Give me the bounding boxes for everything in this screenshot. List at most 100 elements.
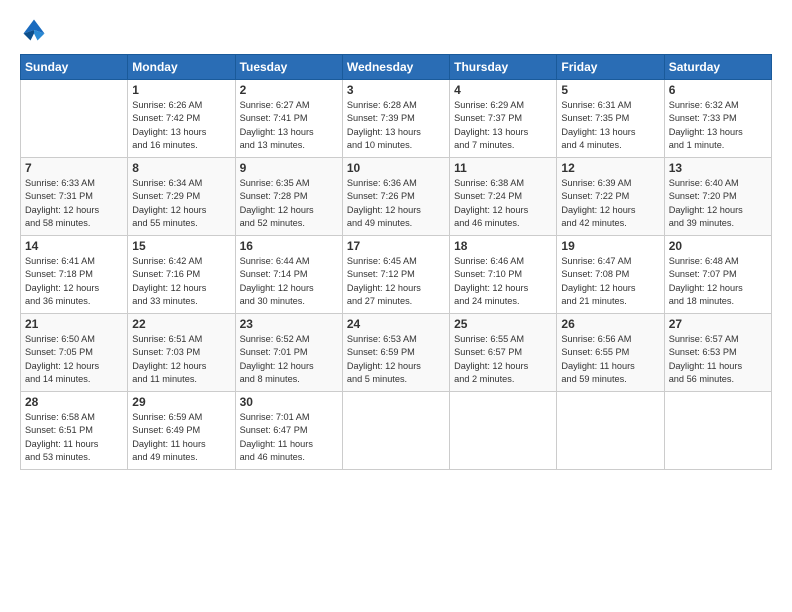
day-info: Sunrise: 6:26 AMSunset: 7:42 PMDaylight:… [132,99,230,152]
calendar-cell [557,392,664,470]
calendar-cell: 22 Sunrise: 6:51 AMSunset: 7:03 PMDayligh… [128,314,235,392]
day-info: Sunrise: 6:44 AMSunset: 7:14 PMDaylight:… [240,255,338,308]
day-number: 17 [347,239,445,253]
day-info: Sunrise: 6:48 AMSunset: 7:07 PMDaylight:… [669,255,767,308]
day-number: 27 [669,317,767,331]
calendar-cell: 21 Sunrise: 6:50 AMSunset: 7:05 PMDayligh… [21,314,128,392]
day-number: 7 [25,161,123,175]
logo [20,16,52,44]
day-info: Sunrise: 6:45 AMSunset: 7:12 PMDaylight:… [347,255,445,308]
day-info: Sunrise: 6:39 AMSunset: 7:22 PMDaylight:… [561,177,659,230]
day-number: 13 [669,161,767,175]
day-number: 6 [669,83,767,97]
day-number: 3 [347,83,445,97]
day-info: Sunrise: 6:28 AMSunset: 7:39 PMDaylight:… [347,99,445,152]
day-number: 22 [132,317,230,331]
calendar-week-3: 14 Sunrise: 6:41 AMSunset: 7:18 PMDayligh… [21,236,772,314]
day-info: Sunrise: 6:59 AMSunset: 6:49 PMDaylight:… [132,411,230,464]
day-info: Sunrise: 6:33 AMSunset: 7:31 PMDaylight:… [25,177,123,230]
calendar-week-2: 7 Sunrise: 6:33 AMSunset: 7:31 PMDaylight… [21,158,772,236]
calendar-cell: 18 Sunrise: 6:46 AMSunset: 7:10 PMDayligh… [450,236,557,314]
day-info: Sunrise: 6:41 AMSunset: 7:18 PMDaylight:… [25,255,123,308]
calendar-header-row: SundayMondayTuesdayWednesdayThursdayFrid… [21,55,772,80]
calendar-table: SundayMondayTuesdayWednesdayThursdayFrid… [20,54,772,470]
day-number: 11 [454,161,552,175]
day-info: Sunrise: 7:01 AMSunset: 6:47 PMDaylight:… [240,411,338,464]
day-number: 23 [240,317,338,331]
day-info: Sunrise: 6:40 AMSunset: 7:20 PMDaylight:… [669,177,767,230]
calendar-cell: 12 Sunrise: 6:39 AMSunset: 7:22 PMDayligh… [557,158,664,236]
calendar-cell: 20 Sunrise: 6:48 AMSunset: 7:07 PMDayligh… [664,236,771,314]
day-info: Sunrise: 6:55 AMSunset: 6:57 PMDaylight:… [454,333,552,386]
day-info: Sunrise: 6:46 AMSunset: 7:10 PMDaylight:… [454,255,552,308]
calendar-cell: 4 Sunrise: 6:29 AMSunset: 7:37 PMDaylight… [450,80,557,158]
calendar-cell: 17 Sunrise: 6:45 AMSunset: 7:12 PMDayligh… [342,236,449,314]
day-header-friday: Friday [557,55,664,80]
calendar-cell: 27 Sunrise: 6:57 AMSunset: 6:53 PMDayligh… [664,314,771,392]
day-header-saturday: Saturday [664,55,771,80]
day-number: 24 [347,317,445,331]
day-number: 14 [25,239,123,253]
calendar-cell: 9Sunrise: 6:35 AMSunset: 7:28 PMDaylight… [235,158,342,236]
calendar-cell: 5 Sunrise: 6:31 AMSunset: 7:35 PMDaylight… [557,80,664,158]
day-number: 4 [454,83,552,97]
calendar-cell: 26 Sunrise: 6:56 AMSunset: 6:55 PMDayligh… [557,314,664,392]
calendar-cell: 8Sunrise: 6:34 AMSunset: 7:29 PMDaylight… [128,158,235,236]
day-number: 12 [561,161,659,175]
day-info: Sunrise: 6:57 AMSunset: 6:53 PMDaylight:… [669,333,767,386]
calendar-cell: 2Sunrise: 6:27 AMSunset: 7:41 PMDaylight… [235,80,342,158]
day-header-wednesday: Wednesday [342,55,449,80]
day-number: 29 [132,395,230,409]
day-number: 5 [561,83,659,97]
day-number: 2 [240,83,338,97]
day-info: Sunrise: 6:38 AMSunset: 7:24 PMDaylight:… [454,177,552,230]
day-info: Sunrise: 6:53 AMSunset: 6:59 PMDaylight:… [347,333,445,386]
day-info: Sunrise: 6:42 AMSunset: 7:16 PMDaylight:… [132,255,230,308]
day-info: Sunrise: 6:31 AMSunset: 7:35 PMDaylight:… [561,99,659,152]
calendar-cell [21,80,128,158]
day-info: Sunrise: 6:56 AMSunset: 6:55 PMDaylight:… [561,333,659,386]
day-number: 30 [240,395,338,409]
calendar-cell: 24 Sunrise: 6:53 AMSunset: 6:59 PMDayligh… [342,314,449,392]
day-info: Sunrise: 6:58 AMSunset: 6:51 PMDaylight:… [25,411,123,464]
day-number: 20 [669,239,767,253]
calendar-cell: 13 Sunrise: 6:40 AMSunset: 7:20 PMDayligh… [664,158,771,236]
day-number: 28 [25,395,123,409]
day-number: 1 [132,83,230,97]
header [20,16,772,44]
calendar-cell: 6 Sunrise: 6:32 AMSunset: 7:33 PMDaylight… [664,80,771,158]
calendar-cell: 7 Sunrise: 6:33 AMSunset: 7:31 PMDaylight… [21,158,128,236]
calendar-cell: 11 Sunrise: 6:38 AMSunset: 7:24 PMDayligh… [450,158,557,236]
calendar-cell: 23Sunrise: 6:52 AMSunset: 7:01 PMDayligh… [235,314,342,392]
calendar-week-4: 21 Sunrise: 6:50 AMSunset: 7:05 PMDayligh… [21,314,772,392]
day-number: 26 [561,317,659,331]
main-container: SundayMondayTuesdayWednesdayThursdayFrid… [0,0,792,480]
day-info: Sunrise: 6:36 AMSunset: 7:26 PMDaylight:… [347,177,445,230]
day-info: Sunrise: 6:51 AMSunset: 7:03 PMDaylight:… [132,333,230,386]
day-info: Sunrise: 6:29 AMSunset: 7:37 PMDaylight:… [454,99,552,152]
calendar-cell [664,392,771,470]
day-number: 16 [240,239,338,253]
day-info: Sunrise: 6:34 AMSunset: 7:29 PMDaylight:… [132,177,230,230]
day-header-thursday: Thursday [450,55,557,80]
day-number: 9 [240,161,338,175]
day-info: Sunrise: 6:50 AMSunset: 7:05 PMDaylight:… [25,333,123,386]
day-number: 21 [25,317,123,331]
calendar-week-1: 1 Sunrise: 6:26 AMSunset: 7:42 PMDaylight… [21,80,772,158]
calendar-cell [342,392,449,470]
calendar-cell: 14 Sunrise: 6:41 AMSunset: 7:18 PMDayligh… [21,236,128,314]
calendar-cell: 30 Sunrise: 7:01 AMSunset: 6:47 PMDayligh… [235,392,342,470]
calendar-cell: 1 Sunrise: 6:26 AMSunset: 7:42 PMDaylight… [128,80,235,158]
calendar-cell: 25Sunrise: 6:55 AMSunset: 6:57 PMDayligh… [450,314,557,392]
calendar-cell: 15 Sunrise: 6:42 AMSunset: 7:16 PMDayligh… [128,236,235,314]
calendar-week-5: 28 Sunrise: 6:58 AMSunset: 6:51 PMDayligh… [21,392,772,470]
day-number: 18 [454,239,552,253]
calendar-cell: 3 Sunrise: 6:28 AMSunset: 7:39 PMDaylight… [342,80,449,158]
calendar-cell: 19Sunrise: 6:47 AMSunset: 7:08 PMDayligh… [557,236,664,314]
day-number: 15 [132,239,230,253]
calendar-cell [450,392,557,470]
day-info: Sunrise: 6:32 AMSunset: 7:33 PMDaylight:… [669,99,767,152]
day-header-tuesday: Tuesday [235,55,342,80]
logo-icon [20,16,48,44]
calendar-cell: 28 Sunrise: 6:58 AMSunset: 6:51 PMDayligh… [21,392,128,470]
